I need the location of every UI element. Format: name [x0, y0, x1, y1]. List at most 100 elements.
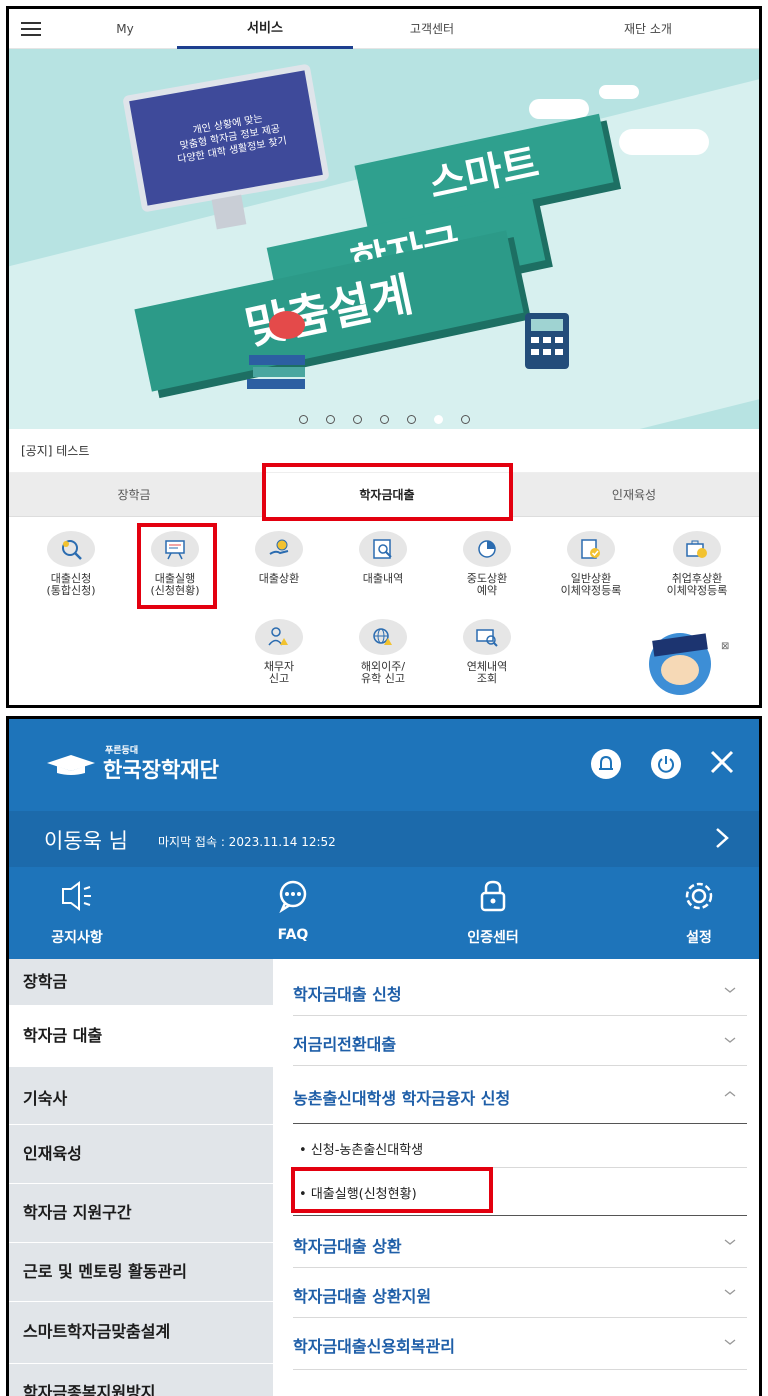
pager-dot[interactable]: [379, 415, 389, 424]
graduation-cap-icon: [47, 755, 95, 775]
quick-link-label: 공지사항: [51, 930, 103, 946]
mascot-chatbot-icon[interactable]: [649, 633, 711, 695]
logo-name: 한국장학재단: [103, 758, 219, 782]
close-small-icon[interactable]: ⊠: [721, 641, 729, 652]
promo-banner[interactable]: 개인 상황에 맞는 맞춤형 학자금 정보 제공 다양한 대학 생활정보 찾기 스…: [9, 49, 759, 429]
subtab-talent[interactable]: 인재육성: [509, 473, 759, 517]
submenu-label: 학자금대출신용회복관리: [293, 1337, 455, 1356]
pager-dot[interactable]: [352, 415, 362, 424]
nav-tab-customer-center[interactable]: 고객센터: [367, 9, 497, 49]
chevron-right-icon[interactable]: [711, 825, 733, 851]
piggy-bank-illustration: [269, 311, 305, 339]
icon-label: 대출상환: [258, 572, 300, 585]
submenu-label: 학자금대출 신청: [293, 985, 402, 1004]
quick-link-label: 인증센터: [467, 930, 519, 946]
icon-label: 대출내역: [362, 572, 404, 585]
notice-ticker[interactable]: [공지] 테스트: [9, 429, 759, 473]
submenu-low-rate-conversion[interactable]: 저금리전환대출: [293, 1031, 745, 1055]
hamburger-icon[interactable]: [21, 22, 41, 36]
quick-links: 공지사항 FAQ 인증센터 설정: [9, 867, 759, 959]
side-menu-header: 푸른등대 한국장학재단: [9, 719, 759, 811]
quick-link-auth-center[interactable]: 인증센터: [433, 867, 553, 959]
close-icon[interactable]: [705, 745, 739, 779]
quick-link-settings[interactable]: 설정: [639, 867, 759, 959]
icon-label: 채무자 신고: [263, 660, 295, 685]
delinquency-inquiry-button[interactable]: 연체내역 조회: [435, 619, 539, 685]
calculator-illustration: [525, 313, 569, 369]
pager-dot[interactable]: [406, 415, 416, 424]
chevron-down-icon: [724, 1239, 736, 1245]
pager-dot[interactable]: [460, 415, 470, 424]
bottom-screenshot-panel: 푸른등대 한국장학재단 이동욱 님 마지막 접속 : 2023.11.14 12…: [6, 716, 762, 1396]
gear-icon: [685, 882, 713, 910]
left-menu-duplicate-prevention[interactable]: 학자금종복지원방지: [9, 1364, 273, 1396]
submenu-item-loan-execution[interactable]: • 대출실행(신청현황): [299, 1183, 417, 1202]
early-repayment-button[interactable]: 중도상환 예약: [435, 531, 539, 597]
icon-label: 일반상환 이체약정등록: [560, 572, 622, 597]
last-login-text: 마지막 접속 : 2023.11.14 12:52: [158, 835, 336, 849]
globe-alert-icon: [373, 628, 392, 645]
left-menu-work-mentoring[interactable]: 근로 및 멘토링 활동관리: [9, 1243, 273, 1301]
banner-monitor-illustration: 개인 상황에 맞는 맞춤형 학자금 정보 제공 다양한 대학 생활정보 찾기: [122, 63, 330, 213]
nav-tab-service[interactable]: 서비스: [177, 9, 353, 49]
briefcase-check-icon: [686, 540, 707, 558]
magnifier-coin-icon: [62, 540, 82, 560]
pager-dot[interactable]: [298, 415, 308, 424]
chat-bubble-icon: [279, 880, 307, 913]
document-check-icon: [581, 539, 600, 559]
chevron-down-icon: [724, 1037, 736, 1043]
submenu-label: 학자금대출 상환지원: [293, 1287, 432, 1306]
left-menu-smart-design[interactable]: 스마트학자금맞춤설계: [9, 1302, 273, 1360]
nav-tab-my[interactable]: My: [71, 9, 179, 49]
submenu-repayment-support[interactable]: 학자금대출 상환지원: [293, 1283, 745, 1307]
top-navigation: My 서비스 고객센터 재단 소개: [9, 9, 759, 49]
overseas-report-button[interactable]: 해외이주/ 유학 신고: [331, 619, 435, 685]
loan-repayment-button[interactable]: 대출상환: [227, 531, 331, 585]
submenu-label: 저금리전환대출: [293, 1035, 397, 1054]
left-menu-scholarship[interactable]: 장학금: [9, 959, 273, 1005]
submenu-loan-repayment[interactable]: 학자금대출 상환: [293, 1233, 745, 1257]
loan-apply-button[interactable]: 대출신청 (통합신청): [19, 531, 123, 597]
left-menu-talent[interactable]: 인재육성: [9, 1125, 273, 1183]
quick-link-notice[interactable]: 공지사항: [17, 867, 137, 959]
pager-dot-active[interactable]: [433, 415, 443, 424]
icon-label: 연체내역 조회: [466, 660, 508, 685]
lock-icon: [480, 880, 506, 912]
submenu-item-rural-apply[interactable]: • 신청-농촌출신대학생: [299, 1139, 423, 1158]
submenu-loan-apply[interactable]: 학자금대출 신청: [293, 981, 745, 1005]
loan-execution-button[interactable]: 대출실행 (신청현황): [123, 531, 227, 597]
left-menu-support-bracket[interactable]: 학자금 지원구간: [9, 1184, 273, 1242]
banner-pagination: [9, 409, 759, 428]
icon-label: 대출신청 (통합신청): [46, 572, 96, 597]
banner-monitor-text: 개인 상황에 맞는 맞춤형 학자금 정보 제공 다양한 대학 생활정보 찾기: [176, 113, 288, 166]
pager-dot[interactable]: [325, 415, 335, 424]
quick-link-label: 설정: [686, 930, 712, 946]
document-search-icon: [373, 539, 392, 559]
user-info-bar[interactable]: 이동욱 님 마지막 접속 : 2023.11.14 12:52: [9, 811, 759, 867]
subtab-student-loan[interactable]: 학자금대출: [262, 473, 512, 517]
chevron-up-icon: [724, 1091, 736, 1097]
nav-tab-about[interactable]: 재단 소개: [583, 9, 713, 49]
left-menu-dormitory[interactable]: 기숙사: [9, 1067, 273, 1125]
post-employment-repayment-button[interactable]: 취업후상환 이체약정등록: [645, 531, 749, 597]
presentation-board-icon: [165, 540, 185, 560]
submenu-rural-student-loan[interactable]: 농촌출신대학생 학자금융자 신청: [293, 1085, 745, 1109]
bell-icon[interactable]: [591, 749, 621, 779]
megaphone-icon: [62, 881, 91, 911]
submenu-credit-recovery[interactable]: 학자금대출신용회복관리: [293, 1333, 745, 1357]
general-repayment-transfer-button[interactable]: 일반상환 이체약정등록: [539, 531, 643, 597]
hand-money-bag-icon: [269, 539, 289, 555]
power-icon[interactable]: [651, 749, 681, 779]
chevron-down-icon: [724, 987, 736, 993]
icon-label: 해외이주/ 유학 신고: [360, 660, 406, 685]
icon-label: 대출실행 (신청현황): [150, 572, 200, 597]
submenu-label: 학자금대출 상환: [293, 1237, 402, 1256]
quick-link-faq[interactable]: FAQ: [233, 867, 353, 959]
quick-link-label: FAQ: [277, 927, 309, 943]
submenu-label: 농촌출신대학생 학자금융자 신청: [293, 1089, 511, 1108]
subtab-scholarship[interactable]: 장학금: [9, 473, 259, 517]
left-menu-student-loan[interactable]: 학자금 대출: [9, 1005, 273, 1067]
service-subtabs: 장학금 학자금대출 인재육성: [9, 473, 759, 517]
loan-history-button[interactable]: 대출내역: [331, 531, 435, 585]
debtor-report-button[interactable]: 채무자 신고: [227, 619, 331, 685]
